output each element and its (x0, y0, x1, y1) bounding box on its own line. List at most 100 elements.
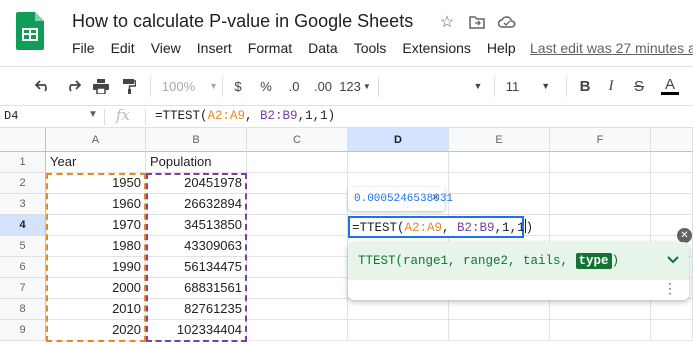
paint-format-icon[interactable] (118, 67, 140, 105)
cell-c2[interactable] (247, 173, 348, 194)
italic-button[interactable]: I (602, 67, 620, 105)
more-formats-button[interactable]: 123 ▼ (338, 67, 372, 105)
cell-e8[interactable] (449, 299, 550, 320)
cell-a5[interactable]: 1980 (46, 236, 146, 257)
cell-a3[interactable]: 1960 (46, 194, 146, 215)
row-header-7[interactable]: 7 (0, 278, 46, 299)
strikethrough-button[interactable]: S (630, 67, 648, 105)
cell-f2[interactable] (550, 173, 651, 194)
undo-icon[interactable] (32, 67, 54, 105)
cell-c9[interactable] (247, 320, 348, 341)
cell-f1[interactable] (550, 152, 651, 173)
cell-g8[interactable] (651, 299, 693, 320)
cell-g1[interactable] (651, 152, 693, 173)
cell-e2[interactable] (449, 173, 550, 194)
sheets-logo[interactable] (16, 12, 52, 60)
cell-g9[interactable] (651, 320, 693, 341)
column-header-d[interactable]: D (348, 128, 449, 152)
column-header-g[interactable] (651, 128, 693, 152)
menu-file[interactable]: File (72, 40, 95, 56)
currency-format-button[interactable]: $ (230, 67, 246, 105)
cell-a6[interactable]: 1990 (46, 257, 146, 278)
cell-b7[interactable]: 68831561 (146, 278, 247, 299)
column-header-e[interactable]: E (449, 128, 550, 152)
last-edit-link[interactable]: Last edit was 27 minutes ago (530, 40, 693, 56)
print-icon[interactable] (90, 67, 112, 105)
decrease-decimal-button[interactable]: .0 (283, 67, 305, 105)
cell-c3[interactable] (247, 194, 348, 215)
star-icon[interactable]: ☆ (437, 12, 457, 32)
menu-insert[interactable]: Insert (197, 40, 232, 56)
column-header-c[interactable]: C (247, 128, 348, 152)
cell-b5[interactable]: 43309063 (146, 236, 247, 257)
cell-d1[interactable] (348, 152, 449, 173)
more-options-icon[interactable]: ⋮ (663, 281, 677, 295)
document-title[interactable]: How to calculate P-value in Google Sheet… (72, 11, 413, 32)
bold-button[interactable]: B (576, 67, 594, 105)
row-header-6[interactable]: 6 (0, 257, 46, 278)
cell-b4[interactable]: 34513850 (146, 215, 247, 236)
cell-d8[interactable] (348, 299, 449, 320)
font-size-select[interactable]: 11 ▼ (500, 67, 556, 105)
cell-a7[interactable]: 2000 (46, 278, 146, 299)
move-folder-icon[interactable] (467, 12, 487, 32)
expand-icon[interactable] (667, 252, 679, 267)
cell-e3[interactable] (449, 194, 550, 215)
row-header-5[interactable]: 5 (0, 236, 46, 257)
cell-b2[interactable]: 20451978 (146, 173, 247, 194)
zoom-select[interactable]: 100% ▼ (160, 67, 220, 105)
cell-g3[interactable] (651, 194, 693, 215)
cell-d9[interactable] (348, 320, 449, 341)
cell-a4[interactable]: 1970 (46, 215, 146, 236)
menu-format[interactable]: Format (248, 40, 292, 56)
redo-icon[interactable] (62, 67, 84, 105)
cell-f3[interactable] (550, 194, 651, 215)
column-header-f[interactable]: F (550, 128, 651, 152)
percent-format-button[interactable]: % (258, 67, 274, 105)
row-header-1[interactable]: 1 (0, 152, 46, 173)
cell-b3[interactable]: 26632894 (146, 194, 247, 215)
cell-c8[interactable] (247, 299, 348, 320)
cell-e9[interactable] (449, 320, 550, 341)
cell-b8[interactable]: 82761235 (146, 299, 247, 320)
increase-decimal-button[interactable]: .00 (309, 67, 337, 105)
cell-f9[interactable] (550, 320, 651, 341)
menu-edit[interactable]: Edit (111, 40, 135, 56)
cell-c4[interactable] (247, 215, 348, 236)
cell-c7[interactable] (247, 278, 348, 299)
select-all-corner[interactable] (0, 128, 46, 152)
font-select-chevron-icon[interactable]: ▼ (470, 67, 486, 105)
cell-b6[interactable]: 56134475 (146, 257, 247, 278)
row-header-2[interactable]: 2 (0, 173, 46, 194)
chevron-down-icon[interactable]: ▼ (88, 109, 98, 120)
menu-tools[interactable]: Tools (354, 40, 387, 56)
row-header-3[interactable]: 3 (0, 194, 46, 215)
cell-c1[interactable] (247, 152, 348, 173)
menu-extensions[interactable]: Extensions (402, 40, 470, 56)
row-header-9[interactable]: 9 (0, 320, 46, 341)
menu-data[interactable]: Data (308, 40, 338, 56)
cell-a9[interactable]: 2020 (46, 320, 146, 341)
cell-b1[interactable]: Population (146, 152, 247, 173)
cell-a1[interactable]: Year (46, 152, 146, 173)
menu-view[interactable]: View (151, 40, 181, 56)
cloud-saved-icon[interactable] (497, 12, 517, 32)
cell-c5[interactable] (247, 236, 348, 257)
column-header-a[interactable]: A (46, 128, 146, 152)
cell-a8[interactable]: 2010 (46, 299, 146, 320)
cell-g2[interactable] (651, 173, 693, 194)
text-color-button[interactable]: A (660, 67, 680, 105)
cell-b9[interactable]: 102334404 (146, 320, 247, 341)
close-help-icon[interactable]: ✕ (677, 228, 692, 243)
cell-e1[interactable] (449, 152, 550, 173)
menu-help[interactable]: Help (487, 40, 516, 56)
cell-f8[interactable] (550, 299, 651, 320)
column-header-b[interactable]: B (146, 128, 247, 152)
function-help-header[interactable]: TTEST(range1, range2, tails, type) (348, 242, 689, 280)
cell-d4-editor[interactable]: =TTEST(A2:A9, B2:B9,1,1) (348, 216, 533, 238)
row-header-8[interactable]: 8 (0, 299, 46, 320)
cell-f4[interactable] (550, 215, 651, 236)
cell-c6[interactable] (247, 257, 348, 278)
row-header-4[interactable]: 4 (0, 215, 46, 236)
cell-a2[interactable]: 1950 (46, 173, 146, 194)
